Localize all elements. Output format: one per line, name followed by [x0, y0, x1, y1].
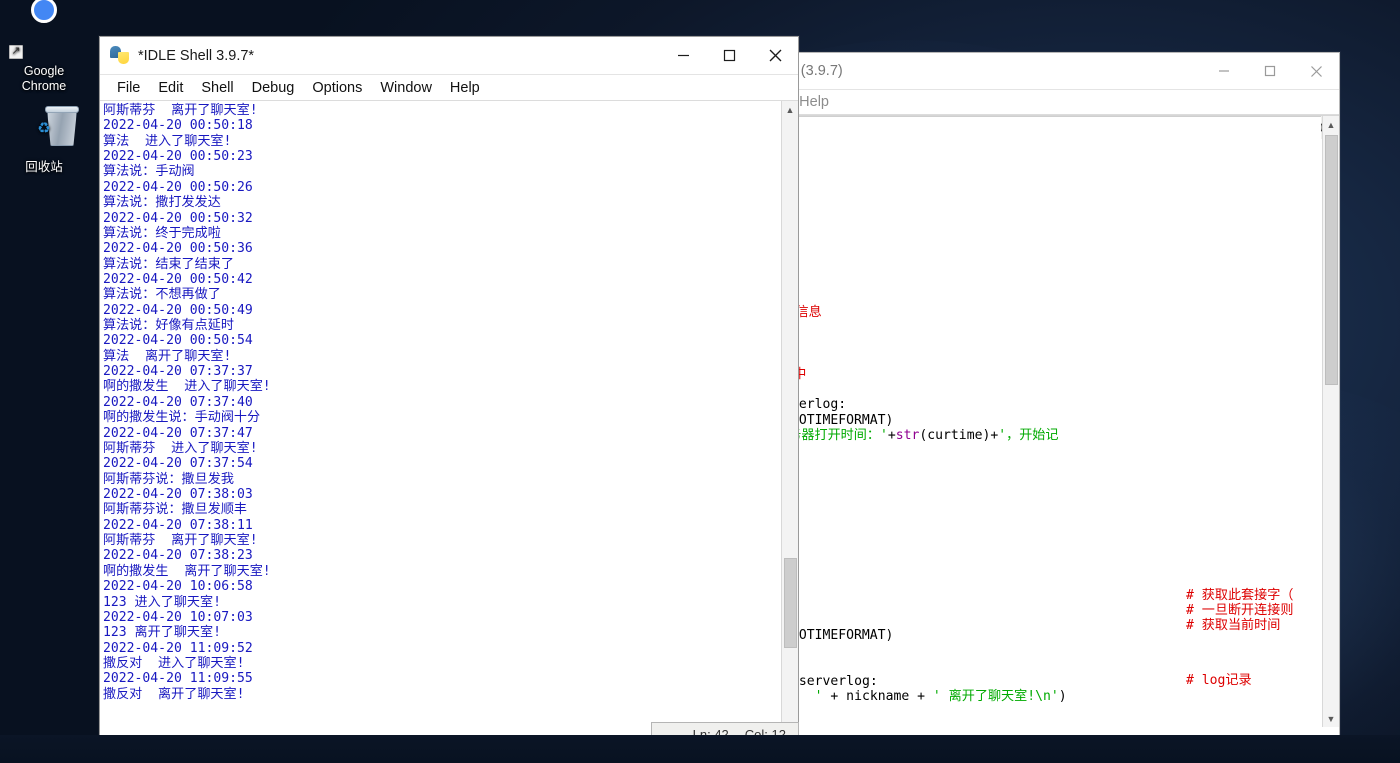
shell-menu-edit[interactable]: Edit [149, 80, 192, 96]
shell-scroll-track[interactable] [782, 118, 798, 728]
editor-minimize-button[interactable] [1201, 53, 1247, 89]
editor-scroll-track[interactable] [1323, 133, 1339, 710]
shell-output-line: 算法 进入了聊天室! [103, 134, 780, 149]
shell-output-line: 2022-04-20 11:09:52 [103, 641, 780, 656]
shell-output-line: 算法说：终于完成啦 [103, 226, 780, 241]
shell-menubar[interactable]: File Edit Shell Debug Options Window Hel… [100, 75, 798, 101]
editor-window-controls[interactable] [1201, 53, 1339, 89]
shell-output-line: 2022-04-20 10:06:58 [103, 579, 780, 594]
shell-output-line: 啊的撒发生 进入了聊天室! [103, 379, 780, 394]
editor-maximize-button[interactable] [1247, 53, 1293, 89]
code-token: '，开始记 [998, 428, 1058, 443]
shell-output-line: 2022-04-20 00:50:32 [103, 211, 780, 226]
shell-output-line: 算法说：好像有点延时 [103, 318, 780, 333]
shell-col-indicator: Col: 12 [745, 727, 786, 742]
editor-comment: # 一旦断开连接则 [1186, 603, 1293, 618]
shell-output-line: 阿斯蒂芬 进入了聊天室! [103, 441, 780, 456]
shell-output-line: 啊的撒发生 离开了聊天室! [103, 564, 780, 579]
shell-output-line: 2022-04-20 00:50:26 [103, 180, 780, 195]
shell-output-line: 2022-04-20 00:50:42 [103, 272, 780, 287]
shell-statusbar: Ln: 42 Col: 12 [651, 722, 799, 747]
shell-output-line: 2022-04-20 07:38:23 [103, 548, 780, 563]
shortcut-badge-icon [9, 45, 23, 59]
code-token: + nickname + [823, 689, 933, 704]
shell-output-line: 算法说：不想再做了 [103, 287, 780, 302]
shell-scroll-up-icon[interactable]: ▲ [782, 101, 798, 118]
shell-output-line: 2022-04-20 11:09:55 [103, 671, 780, 686]
code-token: str [896, 428, 920, 443]
code-token: ' 离开了聊天室!\n' [933, 689, 1059, 704]
shell-menu-shell[interactable]: Shell [192, 80, 242, 96]
shell-output-line: 2022-04-20 00:50:54 [103, 333, 780, 348]
shell-output-line: 2022-04-20 07:37:54 [103, 456, 780, 471]
shell-output-line: 撒反对 进入了聊天室! [103, 656, 780, 671]
shell-output-line: 2022-04-20 07:37:37 [103, 364, 780, 379]
shell-output-line: 啊的撒发生说：手动阀十分 [103, 410, 780, 425]
shell-output-line: 2022-04-20 00:50:23 [103, 149, 780, 164]
editor-scrollbar[interactable]: ▲ ▼ [1322, 116, 1339, 727]
editor-comment: # 获取当前时间 [1186, 618, 1280, 633]
shell-output-line: 2022-04-20 00:50:18 [103, 118, 780, 133]
shell-output-line: 撒反对 离开了聊天室! [103, 687, 780, 702]
desktop-icon-label: Google Chrome [22, 64, 66, 93]
editor-scroll-thumb[interactable] [1325, 135, 1338, 385]
shell-output-line: 算法说：结束了结束了 [103, 257, 780, 272]
shell-output-line: 2022-04-20 07:37:47 [103, 426, 780, 441]
shell-output-line: 阿斯蒂芬说：撒旦发我 [103, 472, 780, 487]
shell-output-line: 2022-04-20 00:50:36 [103, 241, 780, 256]
editor-close-button[interactable] [1293, 53, 1339, 89]
shell-output-line: 123 离开了聊天室! [103, 625, 780, 640]
code-token: serverlog: [791, 674, 878, 689]
shell-output-text: 阿斯蒂芬 离开了聊天室!2022-04-20 00:50:18算法 进入了聊天室… [100, 101, 780, 702]
shell-output-line: 123 进入了聊天室! [103, 595, 780, 610]
code-token: ) [1059, 689, 1067, 704]
shell-output-line: 2022-04-20 07:38:03 [103, 487, 780, 502]
code-token: (curtime)+ [919, 428, 998, 443]
shell-minimize-button[interactable] [660, 37, 706, 74]
shell-scrollbar[interactable]: ▲ ▼ [781, 101, 798, 745]
shell-titlebar[interactable]: *IDLE Shell 3.9.7* [100, 37, 798, 75]
shell-title: *IDLE Shell 3.9.7* [138, 48, 254, 64]
shell-output-line: 2022-04-20 00:50:49 [103, 303, 780, 318]
shell-menu-options[interactable]: Options [303, 80, 371, 96]
shell-output-line: 算法说：撒打发发达 [103, 195, 780, 210]
shell-maximize-button[interactable] [706, 37, 752, 74]
shell-close-button[interactable] [752, 37, 798, 74]
shell-output-area[interactable]: 阿斯蒂芬 离开了聊天室!2022-04-20 00:50:18算法 进入了聊天室… [100, 101, 780, 745]
recycle-bin-icon: ♻ [1, 106, 87, 156]
editor-comment: # log记录 [1186, 673, 1252, 688]
desktop: Google Chrome ♻ 回收站 C:\Python\multithrea… [0, 0, 1400, 763]
idle-shell-window[interactable]: *IDLE Shell 3.9.7* File Edit Shell Debug… [99, 36, 799, 746]
shell-output-line: 阿斯蒂芬说：撒旦发顺丰 [103, 502, 780, 517]
shell-menu-debug[interactable]: Debug [243, 80, 304, 96]
shell-line-indicator: Ln: 42 [693, 727, 729, 742]
shell-output-line: 2022-04-20 10:07:03 [103, 610, 780, 625]
shell-output-line: 2022-04-20 07:37:40 [103, 395, 780, 410]
shell-scroll-thumb[interactable] [784, 558, 797, 648]
shell-window-controls[interactable] [660, 37, 798, 74]
python-icon [110, 45, 132, 67]
shell-output-line: 算法说：手动阀 [103, 164, 780, 179]
shell-menu-window[interactable]: Window [371, 80, 441, 96]
shell-menu-file[interactable]: File [108, 80, 149, 96]
shell-menu-help[interactable]: Help [441, 80, 489, 96]
shell-output-line: 阿斯蒂芬 离开了聊天室! [103, 103, 780, 118]
shell-output-line: 算法 离开了聊天室! [103, 349, 780, 364]
desktop-icon-recycle-bin[interactable]: ♻ 回收站 [1, 106, 87, 175]
editor-comment: # 获取此套接字（ [1186, 588, 1293, 603]
code-token: + [888, 428, 896, 443]
desktop-icon-label: 回收站 [25, 160, 63, 174]
shell-output-line: 2022-04-20 07:38:11 [103, 518, 780, 533]
editor-scroll-up-icon[interactable]: ▲ [1323, 116, 1339, 133]
desktop-icon-google-chrome[interactable]: Google Chrome [1, 10, 87, 94]
chrome-icon [1, 10, 87, 60]
editor-scroll-down-icon[interactable]: ▼ [1323, 710, 1339, 727]
shell-output-line: 阿斯蒂芬 离开了聊天室! [103, 533, 780, 548]
